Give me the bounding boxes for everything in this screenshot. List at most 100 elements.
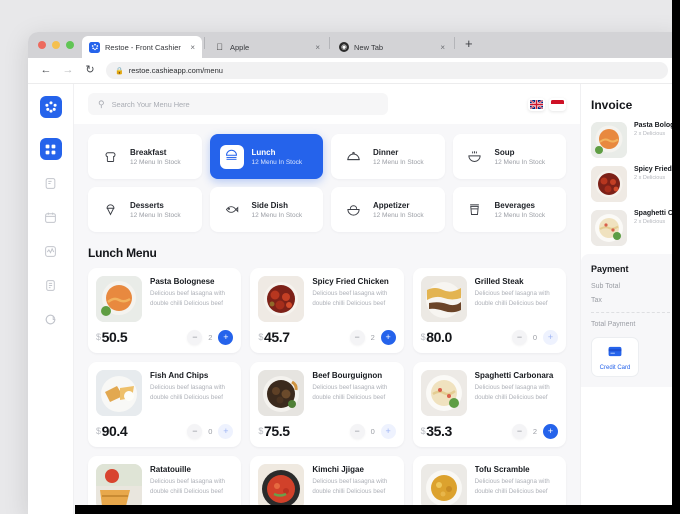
- menu-card[interactable]: Grilled Steak Delicious beef lasagna wit…: [412, 268, 566, 353]
- price-value: 45.7: [263, 329, 290, 345]
- close-tab-icon[interactable]: ×: [440, 43, 445, 52]
- category-desserts[interactable]: Desserts 12 Menu In Stock: [88, 187, 202, 232]
- category-lunch[interactable]: Lunch 12 Menu In Stock: [209, 134, 323, 179]
- flag-indonesia-button[interactable]: [549, 97, 566, 111]
- minimize-window-button[interactable]: [52, 41, 60, 49]
- tax-row: Tax: [591, 297, 670, 304]
- decrease-quantity-button[interactable]: −: [511, 423, 527, 439]
- menu-item-desc: Delicious beef lasagna with double chill…: [150, 290, 225, 307]
- increase-quantity-button[interactable]: +: [380, 423, 396, 439]
- category-breakfast[interactable]: Breakfast 12 Menu In Stock: [88, 134, 202, 179]
- fish-and-chips-photo: [96, 370, 142, 416]
- increase-quantity-button[interactable]: +: [380, 329, 396, 345]
- category-name: Side Dish: [251, 200, 288, 210]
- menu-card[interactable]: Spicy Fried Chicken Delicious beef lasag…: [250, 268, 404, 353]
- browser-toolbar: ← → ↻ 🔒 restoe.cashieapp.com/menu: [28, 58, 680, 84]
- browser-tab-restoe[interactable]: Restoe - Front Cashier ×: [82, 36, 202, 58]
- sidebar-item-reports[interactable]: [40, 274, 62, 296]
- menu-item-name: Pasta Bolognese: [150, 277, 215, 286]
- menu-card[interactable]: Spaghetti Carbonara Delicious beef lasag…: [412, 362, 566, 447]
- quantity-stepper[interactable]: − 2 +: [187, 329, 234, 345]
- quantity-stepper[interactable]: − 0 +: [349, 423, 396, 439]
- currency-symbol: $: [420, 426, 426, 436]
- address-bar[interactable]: 🔒 restoe.cashieapp.com/menu: [106, 62, 668, 79]
- screen-edge-bar-bottom: [75, 505, 680, 514]
- tofu-scramble-photo: [420, 464, 467, 510]
- menu-item-desc: Delicious beef lasagna with double chill…: [312, 384, 388, 401]
- increase-quantity-button[interactable]: +: [542, 423, 558, 439]
- quantity-stepper[interactable]: − 0 +: [187, 423, 234, 439]
- close-window-button[interactable]: [38, 41, 46, 49]
- price-value: 80.0: [426, 329, 452, 345]
- quantity-stepper[interactable]: − 0 +: [511, 329, 558, 345]
- category-name: Dinner: [373, 147, 399, 157]
- increase-quantity-button[interactable]: +: [218, 423, 234, 439]
- category-appetizer[interactable]: Appetizer 12 Menu In Stock: [331, 187, 445, 232]
- menu-item-price: $90.4: [96, 423, 128, 439]
- sidebar-item-messages[interactable]: [40, 308, 62, 330]
- decrease-quantity-button[interactable]: −: [187, 329, 203, 345]
- decrease-quantity-button[interactable]: −: [349, 423, 365, 439]
- category-soup[interactable]: Soup 12 Menu In Stock: [452, 134, 566, 179]
- new-tab-button[interactable]: +: [457, 36, 481, 54]
- screen-edge-bar-right: [672, 0, 680, 514]
- price-value: 75.5: [263, 423, 290, 439]
- menu-item-name: Fish And Chips: [150, 371, 209, 380]
- menu-card[interactable]: Beef Bourguignon Delicious beef lasagna …: [250, 362, 404, 447]
- maximize-window-button[interactable]: [66, 41, 74, 49]
- flag-uk-icon: [530, 99, 543, 109]
- sidebar-item-orders[interactable]: [40, 172, 62, 194]
- credit-card-icon: [608, 346, 622, 357]
- menu-item-desc: Delicious beef lasagna with double chill…: [474, 384, 550, 401]
- decrease-quantity-button[interactable]: −: [511, 329, 527, 345]
- sidebar-item-dashboard[interactable]: [39, 138, 62, 160]
- category-side-dish[interactable]: Side Dish 12 Menu In Stock: [209, 187, 323, 232]
- category-beverages[interactable]: Beverages 12 Menu In Stock: [452, 187, 566, 232]
- search-input[interactable]: ⚲ Search Your Menu Here: [88, 93, 388, 115]
- close-tab-icon[interactable]: ×: [315, 43, 320, 52]
- search-placeholder: Search Your Menu Here: [111, 99, 190, 109]
- payment-method-credit-card[interactable]: Credit Card: [591, 337, 639, 377]
- menu-item-name: Ratatouille: [150, 465, 191, 474]
- increase-quantity-button[interactable]: +: [218, 329, 234, 345]
- category-stock: 12 Menu In Stock: [130, 158, 181, 166]
- decrease-quantity-button[interactable]: −: [349, 329, 365, 345]
- forward-icon[interactable]: →: [62, 65, 74, 76]
- salad-icon: [341, 198, 365, 222]
- sidebar-item-calendar[interactable]: [40, 206, 62, 228]
- quantity-value: 0: [532, 332, 538, 342]
- sidebar-item-analytics[interactable]: [40, 240, 62, 262]
- spaghetti-carbonara-photo: [420, 370, 467, 416]
- menu-card[interactable]: Pasta Bolognese Delicious beef lasagna w…: [88, 268, 242, 353]
- quantity-stepper[interactable]: − 2 +: [349, 329, 396, 345]
- menu-grid: Pasta Bolognese Delicious beef lasagna w…: [88, 268, 566, 514]
- menu-item-name: Beef Bourguignon: [312, 371, 383, 380]
- menu-item-price: $50.5: [96, 329, 128, 345]
- currency-symbol: $: [258, 332, 263, 342]
- flag-uk-button[interactable]: [528, 97, 545, 111]
- back-icon[interactable]: ←: [40, 65, 52, 76]
- category-stock: 12 Menu In Stock: [373, 211, 424, 219]
- quantity-value: 0: [208, 426, 213, 436]
- browser-tab-new[interactable]: ◉ New Tab ×: [332, 36, 452, 58]
- payment-divider: [591, 312, 670, 313]
- menu-content: Breakfast 12 Menu In Stock Lunch 12 Menu…: [74, 124, 580, 514]
- subtotal-row: Sub Total: [591, 283, 670, 290]
- restoe-logo-icon: [39, 96, 62, 118]
- quantity-stepper[interactable]: − 2 +: [511, 423, 558, 439]
- tab-separator: [329, 36, 330, 49]
- increase-quantity-button[interactable]: +: [542, 329, 558, 345]
- fish-icon: [220, 198, 244, 222]
- tab-separator: [454, 36, 455, 49]
- decrease-quantity-button[interactable]: −: [187, 423, 203, 439]
- reload-icon[interactable]: ↻: [84, 65, 96, 76]
- spaghetti-carbonara-photo: [591, 210, 627, 246]
- main-column: ⚲ Search Your Menu Here Breakfast 12 Men…: [74, 84, 580, 514]
- browser-window: Restoe - Front Cashier ×  Apple × ◉ New…: [28, 32, 680, 514]
- menu-card[interactable]: Fish And Chips Delicious beef lasagna wi…: [88, 362, 242, 447]
- browser-tab-apple[interactable]:  Apple ×: [207, 36, 327, 58]
- menu-item-desc: Delicious beef lasagna with double chill…: [312, 290, 388, 307]
- category-dinner[interactable]: Dinner 12 Menu In Stock: [331, 134, 445, 179]
- close-tab-icon[interactable]: ×: [190, 43, 195, 52]
- invoice-line-item: Spaghetti Carbonara 2 x Delicious: [591, 210, 680, 246]
